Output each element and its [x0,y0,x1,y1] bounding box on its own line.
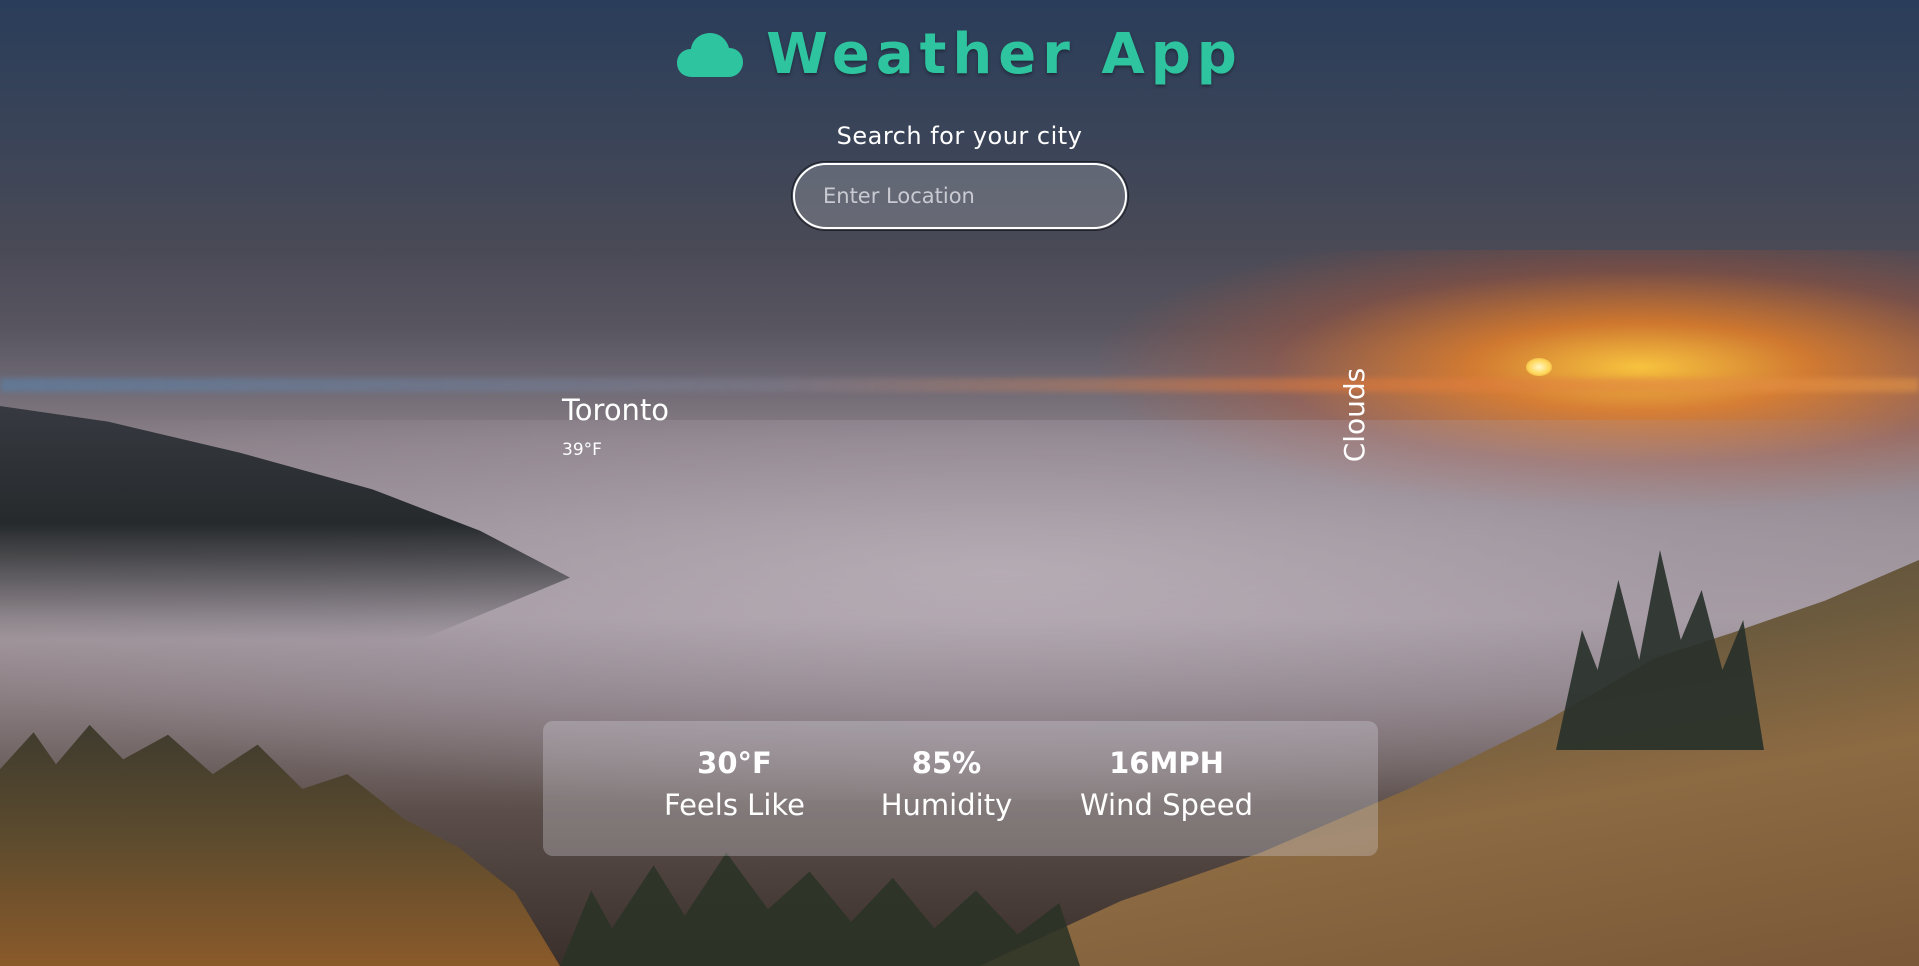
horizon-line [0,378,1919,392]
feels-like-value: 30°F [697,746,772,780]
current-temperature: 39°F [562,440,602,460]
city-name: Toronto [562,393,670,427]
app-header: Weather App [0,22,1919,87]
cloud-icon [676,31,744,79]
right-trees [1556,550,1764,750]
app-title: Weather App [766,22,1243,87]
search-label: Search for your city [836,122,1083,150]
weather-condition: Clouds [1338,367,1371,463]
weather-stats-panel: 30°F Feels Like 85% Humidity 16MPH Wind … [543,721,1378,856]
humidity-value: 85% [911,746,982,780]
background-scene: Weather App Search for your city Toronto… [0,0,1919,966]
feels-like-stat: 30°F Feels Like [645,743,825,827]
middle-trees [560,852,1080,966]
wind-speed-value: 16MPH [1109,746,1224,780]
wind-speed-stat: 16MPH Wind Speed [1047,743,1287,827]
left-hill [0,406,570,640]
sun [1526,358,1552,376]
wind-speed-label: Wind Speed [1079,788,1253,822]
left-trees [0,724,560,966]
location-search-input[interactable] [791,161,1129,231]
feels-like-label: Feels Like [664,788,805,822]
humidity-stat: 85% Humidity [847,743,1047,827]
sunset-glow [1100,250,1919,510]
humidity-label: Humidity [880,788,1013,822]
